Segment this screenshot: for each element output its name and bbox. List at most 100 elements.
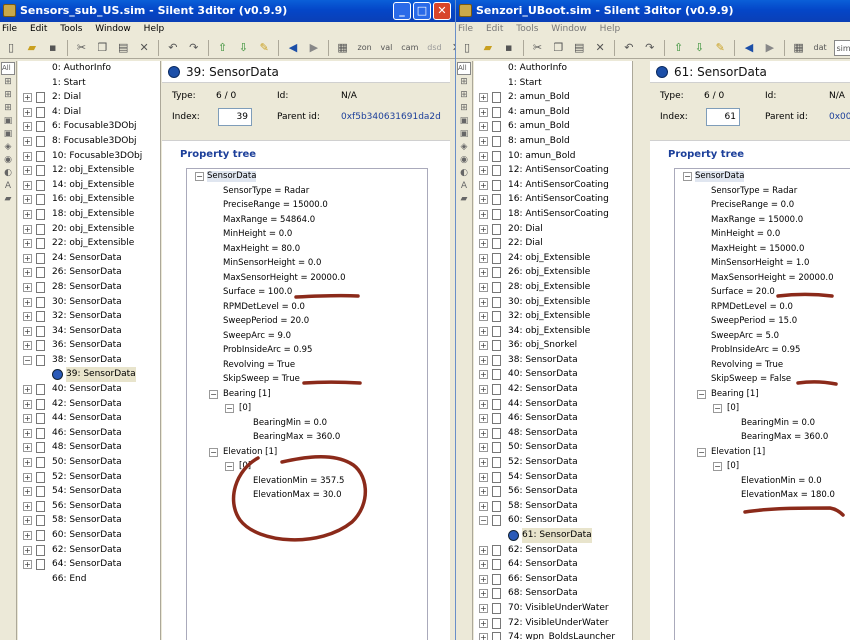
expand-icon[interactable]: + xyxy=(23,166,32,176)
expand-icon[interactable]: + xyxy=(23,385,32,395)
open-folder-icon[interactable]: ▰ xyxy=(24,40,40,56)
tree-item[interactable]: 61: SensorData xyxy=(474,528,632,543)
grid-icon[interactable]: ▦ xyxy=(791,40,807,56)
expand-icon[interactable]: + xyxy=(479,414,488,424)
module-icon[interactable]: ◉ xyxy=(1,155,15,166)
property-field[interactable]: Revolving = True xyxy=(711,360,783,371)
expand-icon[interactable]: + xyxy=(23,399,32,409)
collapse-icon[interactable]: − xyxy=(195,172,204,181)
module-icon[interactable]: ▰ xyxy=(1,194,15,205)
property-field[interactable]: PreciseRange = 15000.0 xyxy=(223,200,328,211)
collapse-icon[interactable]: − xyxy=(209,447,218,457)
module-icon[interactable]: ▣ xyxy=(457,116,471,127)
forward-icon[interactable]: ▶ xyxy=(762,40,778,56)
tree-item[interactable]: 0: AuthorInfo xyxy=(474,61,632,76)
expand-icon[interactable]: + xyxy=(479,326,488,336)
expand-icon[interactable]: + xyxy=(23,151,32,161)
tree-item[interactable]: +36: SensorData xyxy=(18,338,160,353)
expand-icon[interactable]: + xyxy=(479,239,488,249)
tree-item[interactable]: +30: obj_Extensible xyxy=(474,295,632,310)
module-icon[interactable]: ⊞ xyxy=(457,77,471,88)
tree-item[interactable]: +36: obj_Snorkel xyxy=(474,338,632,353)
tree-item[interactable]: +64: SensorData xyxy=(474,557,632,572)
copy-icon[interactable]: ❐ xyxy=(550,40,566,56)
maximize-button[interactable]: □ xyxy=(413,2,431,20)
expand-icon[interactable]: + xyxy=(479,107,488,117)
tree-item[interactable]: +18: obj_Extensible xyxy=(18,207,160,222)
tree-item[interactable]: +4: Dial xyxy=(18,105,160,120)
tree-item[interactable]: +64: SensorData xyxy=(18,557,160,572)
paste-icon[interactable]: ▤ xyxy=(571,40,587,56)
expand-icon[interactable]: + xyxy=(479,501,488,511)
save-icon[interactable]: ▪ xyxy=(501,40,517,56)
all-filter[interactable]: All xyxy=(457,62,471,75)
property-field[interactable]: BearingMax = 360.0 xyxy=(253,432,340,443)
tree-item[interactable]: +8: amun_Bold xyxy=(474,134,632,149)
expand-icon[interactable]: + xyxy=(479,151,488,161)
property-group-elevation[interactable]: Elevation [1] xyxy=(711,447,765,458)
new-icon[interactable]: ▯ xyxy=(3,40,19,56)
property-field[interactable]: PreciseRange = 0.0 xyxy=(711,200,794,211)
back-icon[interactable]: ◀ xyxy=(285,40,301,56)
property-field[interactable]: MaxHeight = 80.0 xyxy=(223,244,300,255)
tree-item[interactable]: +2: Dial xyxy=(18,90,160,105)
cam-button[interactable]: cam xyxy=(399,40,420,56)
zon-button[interactable]: zon xyxy=(356,40,374,56)
property-group-elevation[interactable]: Elevation [1] xyxy=(223,447,277,458)
tree-item[interactable]: +12: obj_Extensible xyxy=(18,163,160,178)
undo-icon[interactable]: ↶ xyxy=(621,40,637,56)
property-index[interactable]: [0] xyxy=(727,403,739,414)
tree-item[interactable]: +2: amun_Bold xyxy=(474,90,632,105)
expand-icon[interactable]: + xyxy=(479,458,488,468)
save-icon[interactable]: ▪ xyxy=(45,40,61,56)
close-button[interactable]: ✕ xyxy=(433,2,451,20)
expand-icon[interactable]: + xyxy=(23,239,32,249)
tree-item[interactable]: +50: SensorData xyxy=(474,440,632,455)
collapse-icon[interactable]: − xyxy=(479,516,488,526)
module-icon[interactable]: ◐ xyxy=(457,168,471,179)
expand-icon[interactable]: + xyxy=(23,209,32,219)
property-root[interactable]: SensorData xyxy=(207,171,257,182)
property-field[interactable]: RPMDetLevel = 0.0 xyxy=(711,302,793,313)
property-field[interactable]: MaxRange = 54864.0 xyxy=(223,215,315,226)
collapse-icon[interactable]: − xyxy=(23,355,32,365)
property-field[interactable]: ElevationMin = 357.5 xyxy=(253,476,344,487)
property-field[interactable]: MinSensorHeight = 0.0 xyxy=(223,258,321,269)
cut-icon[interactable]: ✂ xyxy=(530,40,546,56)
menu-tools[interactable]: Tools xyxy=(60,24,82,34)
tree-item[interactable]: +34: obj_Extensible xyxy=(474,324,632,339)
property-field[interactable]: SweepPeriod = 15.0 xyxy=(711,316,797,327)
tree-item[interactable]: +34: SensorData xyxy=(18,324,160,339)
tree-item[interactable]: +62: SensorData xyxy=(474,543,632,558)
tree-item[interactable]: +56: SensorData xyxy=(18,499,160,514)
property-field[interactable]: MinHeight = 0.0 xyxy=(223,229,292,240)
property-field[interactable]: ProbInsideArc = 0.95 xyxy=(223,345,312,356)
expand-icon[interactable]: + xyxy=(23,560,32,570)
open-folder-icon[interactable]: ▰ xyxy=(480,40,496,56)
expand-icon[interactable]: + xyxy=(23,428,32,438)
tree-item[interactable]: +46: SensorData xyxy=(474,411,632,426)
property-field[interactable]: RPMDetLevel = 0.0 xyxy=(223,302,305,313)
module-icon[interactable]: ◐ xyxy=(1,168,15,179)
expand-icon[interactable]: + xyxy=(23,414,32,424)
tree-item[interactable]: +52: SensorData xyxy=(18,470,160,485)
expand-icon[interactable]: + xyxy=(479,282,488,292)
move-down-icon[interactable]: ⇩ xyxy=(691,40,707,56)
tree-item[interactable]: +10: amun_Bold xyxy=(474,149,632,164)
property-field[interactable]: BearingMax = 360.0 xyxy=(741,432,828,443)
tree-item[interactable]: +42: SensorData xyxy=(474,382,632,397)
tree-item[interactable]: +30: SensorData xyxy=(18,295,160,310)
module-icon[interactable]: ◈ xyxy=(1,142,15,153)
move-down-icon[interactable]: ⇩ xyxy=(235,40,251,56)
property-field[interactable]: MinHeight = 0.0 xyxy=(711,229,780,240)
module-icon[interactable]: ◈ xyxy=(457,142,471,153)
tree-item[interactable]: +72: VisibleUnderWater xyxy=(474,616,632,631)
object-tree[interactable]: 0: AuthorInfo 1: Start +2: Dial +4: Dial +6:… xyxy=(18,61,161,640)
expand-icon[interactable]: + xyxy=(479,195,488,205)
property-field[interactable]: Revolving = True xyxy=(223,360,295,371)
property-field[interactable]: Surface = 100.0 xyxy=(223,287,292,298)
tree-item[interactable]: +22: obj_Extensible xyxy=(18,236,160,251)
property-field[interactable]: SkipSweep = False xyxy=(711,374,791,385)
property-field[interactable]: SensorType = Radar xyxy=(223,186,309,197)
paste-icon[interactable]: ▤ xyxy=(115,40,131,56)
